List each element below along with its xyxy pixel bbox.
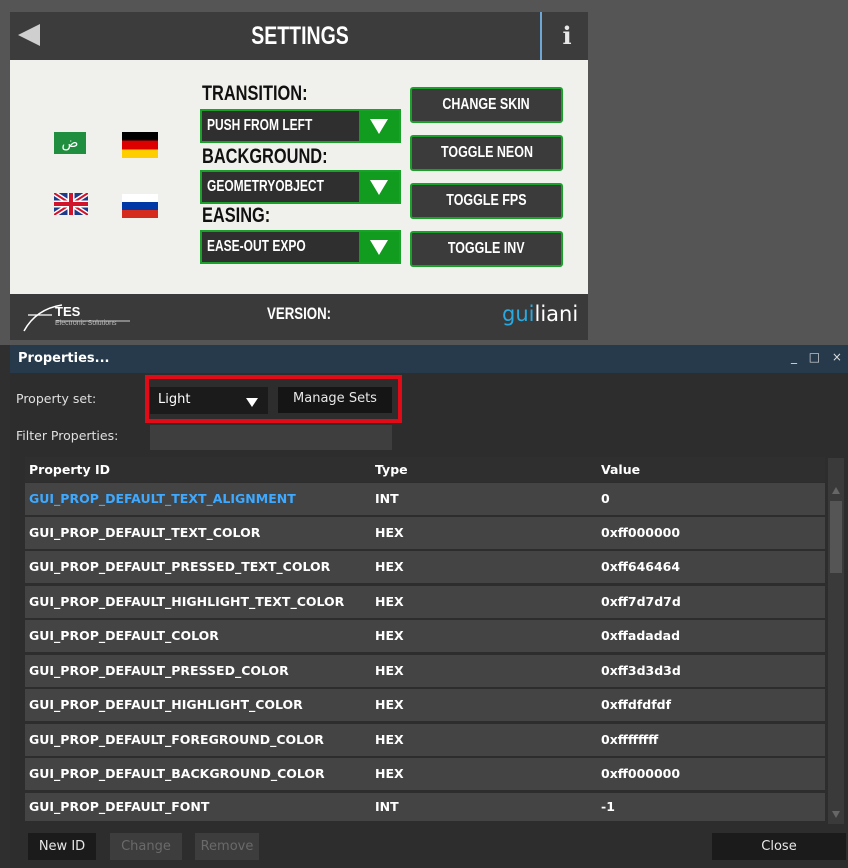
- toggle-neon-button[interactable]: TOGGLE NEON: [410, 135, 563, 171]
- cell-type: HEX: [375, 663, 404, 678]
- cell-type: HEX: [375, 525, 404, 540]
- page-title: SETTINGS: [251, 22, 349, 50]
- transition-dropdown[interactable]: PUSH FROM LEFT: [200, 109, 401, 143]
- close-button[interactable]: Close: [712, 833, 846, 860]
- cell-property-id: GUI_PROP_DEFAULT_FONT: [29, 799, 210, 814]
- cell-type: HEX: [375, 732, 404, 747]
- cell-type: HEX: [375, 594, 404, 609]
- arabic-flag-icon[interactable]: ض: [54, 132, 86, 154]
- cell-value: 0xffdfdfdf: [601, 697, 672, 712]
- russian-flag-icon[interactable]: [122, 194, 158, 218]
- cell-value: 0: [601, 491, 610, 506]
- background-value: GEOMETRYOBJECT: [207, 178, 324, 195]
- table-row[interactable]: GUI_PROP_DEFAULT_HIGHLIGHT_TEXT_COLOR HE…: [25, 586, 825, 618]
- cell-property-id: GUI_PROP_DEFAULT_FOREGROUND_COLOR: [29, 732, 324, 747]
- cell-property-id: GUI_PROP_DEFAULT_HIGHLIGHT_COLOR: [29, 697, 303, 712]
- app-preview: SETTINGS i ض TRANSITION: PUSH FROM LEFT …: [0, 0, 848, 345]
- new-id-button[interactable]: New ID: [28, 833, 96, 860]
- cell-property-id: GUI_PROP_DEFAULT_BACKGROUND_COLOR: [29, 766, 325, 781]
- table-row[interactable]: GUI_PROP_DEFAULT_PRESSED_TEXT_COLOR HEX …: [25, 551, 825, 583]
- cell-property-id: GUI_PROP_DEFAULT_TEXT_COLOR: [29, 525, 261, 540]
- cell-value: 0xff646464: [601, 559, 681, 574]
- dropdown-arrow-icon[interactable]: [359, 172, 399, 202]
- transition-label: TRANSITION:: [202, 82, 308, 105]
- version-label: VERSION:: [267, 304, 332, 323]
- filter-properties-input[interactable]: [150, 425, 392, 450]
- easing-value: EASE-OUT EXPO: [207, 238, 306, 255]
- guiliani-logo: guiliani: [502, 302, 579, 326]
- cell-value: 0xffffffff: [601, 732, 659, 747]
- header-divider: [540, 12, 542, 60]
- toggle-fps-button[interactable]: TOGGLE FPS: [410, 183, 563, 219]
- column-header-property-id[interactable]: Property ID: [29, 457, 110, 482]
- cell-value: 0xff000000: [601, 525, 681, 540]
- window-title: Properties...: [18, 351, 110, 366]
- table-row[interactable]: GUI_PROP_DEFAULT_PRESSED_COLOR HEX 0xff3…: [25, 655, 825, 687]
- table-row[interactable]: GUI_PROP_DEFAULT_FOREGROUND_COLOR HEX 0x…: [25, 724, 825, 756]
- background-dropdown[interactable]: GEOMETRYOBJECT: [200, 170, 401, 204]
- window-controls[interactable]: _ □ ×: [791, 350, 846, 364]
- cell-type: HEX: [375, 628, 404, 643]
- remove-button[interactable]: Remove: [195, 833, 259, 860]
- scroll-down-icon[interactable]: [832, 811, 840, 818]
- table-row[interactable]: GUI_PROP_DEFAULT_FONT INT -1: [25, 793, 825, 821]
- cell-value: 0xff000000: [601, 766, 681, 781]
- back-arrow-icon[interactable]: [18, 24, 40, 46]
- tes-logo-text: TES: [55, 304, 81, 319]
- easing-label: EASING:: [202, 204, 271, 227]
- table-row[interactable]: GUI_PROP_DEFAULT_BACKGROUND_COLOR HEX 0x…: [25, 758, 825, 790]
- cell-property-id: GUI_PROP_DEFAULT_TEXT_ALIGNMENT: [29, 491, 296, 506]
- column-header-value[interactable]: Value: [601, 457, 640, 482]
- cell-value: 0xff3d3d3d: [601, 663, 681, 678]
- cell-property-id: GUI_PROP_DEFAULT_PRESSED_TEXT_COLOR: [29, 559, 331, 574]
- table-header: Property ID Type Value: [25, 457, 825, 482]
- tes-logo-subtitle: Electronic Solutions: [55, 320, 117, 327]
- table-row[interactable]: GUI_PROP_DEFAULT_TEXT_COLOR HEX 0xff0000…: [25, 517, 825, 549]
- toggle-inv-button[interactable]: TOGGLE INV: [410, 231, 563, 267]
- cell-type: HEX: [375, 697, 404, 712]
- table-row[interactable]: GUI_PROP_DEFAULT_HIGHLIGHT_COLOR HEX 0xf…: [25, 689, 825, 721]
- background-label: BACKGROUND:: [202, 145, 328, 168]
- scroll-up-icon[interactable]: [832, 487, 840, 494]
- change-skin-button[interactable]: CHANGE SKIN: [410, 87, 563, 123]
- cell-type: HEX: [375, 559, 404, 574]
- cell-value: -1: [601, 799, 615, 814]
- uk-flag-graphic: [54, 193, 88, 215]
- cell-property-id: GUI_PROP_DEFAULT_PRESSED_COLOR: [29, 663, 289, 678]
- dropdown-arrow-icon[interactable]: [359, 232, 399, 262]
- info-icon[interactable]: i: [555, 20, 579, 52]
- table-row[interactable]: GUI_PROP_DEFAULT_COLOR HEX 0xffadadad: [25, 620, 825, 652]
- dropdown-arrow-icon[interactable]: [359, 111, 399, 141]
- cell-property-id: GUI_PROP_DEFAULT_COLOR: [29, 628, 219, 643]
- german-flag-icon[interactable]: [122, 132, 158, 158]
- cell-property-id: GUI_PROP_DEFAULT_HIGHLIGHT_TEXT_COLOR: [29, 594, 345, 609]
- cell-value: 0xffadadad: [601, 628, 681, 643]
- column-header-type[interactable]: Type: [375, 457, 408, 482]
- easing-dropdown[interactable]: EASE-OUT EXPO: [200, 230, 401, 264]
- table-row[interactable]: GUI_PROP_DEFAULT_TEXT_ALIGNMENT INT 0: [25, 483, 825, 515]
- cell-type: INT: [375, 491, 399, 506]
- cell-type: INT: [375, 799, 399, 814]
- properties-titlebar: Properties... _ □ ×: [10, 345, 848, 373]
- property-set-label: Property set:: [16, 391, 97, 406]
- scrollbar-thumb[interactable]: [830, 501, 842, 573]
- change-button[interactable]: Change: [110, 833, 182, 860]
- highlight-annotation: [145, 375, 402, 423]
- transition-value: PUSH FROM LEFT: [207, 117, 313, 134]
- cell-value: 0xff7d7d7d: [601, 594, 681, 609]
- filter-properties-label: Filter Properties:: [16, 428, 119, 443]
- cell-type: HEX: [375, 766, 404, 781]
- uk-flag-icon[interactable]: [54, 193, 88, 215]
